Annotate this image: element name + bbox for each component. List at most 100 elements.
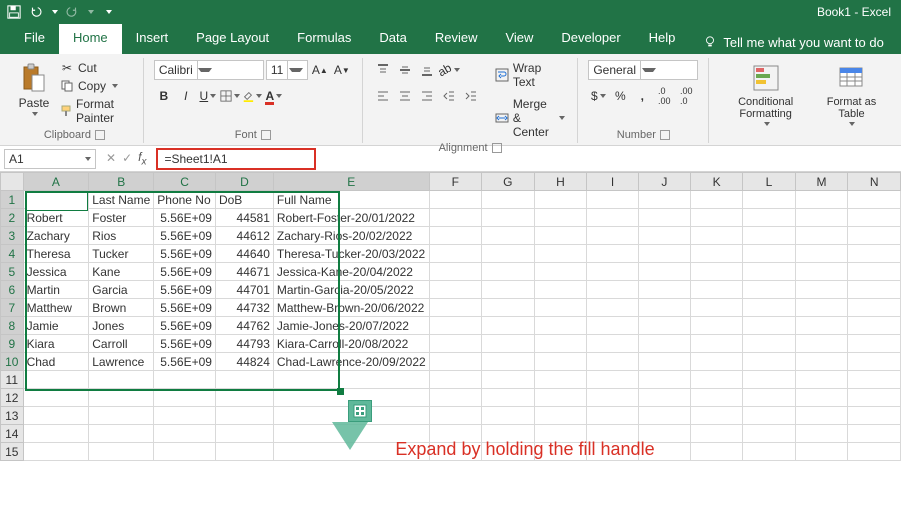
align-right-button[interactable] <box>417 86 437 106</box>
name-box[interactable]: A1 <box>4 149 96 169</box>
row-header-5[interactable]: 5 <box>1 263 24 281</box>
number-format-combo[interactable]: General <box>588 60 698 80</box>
col-header-B[interactable]: B <box>89 173 154 191</box>
decrease-decimal-button[interactable]: .00.0 <box>676 86 696 106</box>
row-header-15[interactable]: 15 <box>1 443 24 461</box>
undo-dropdown-icon[interactable] <box>52 10 58 14</box>
tab-data[interactable]: Data <box>365 24 420 54</box>
align-bottom-button[interactable] <box>417 60 437 80</box>
col-header-F[interactable]: F <box>429 173 481 191</box>
fill-color-button[interactable] <box>242 86 262 106</box>
col-header-L[interactable]: L <box>743 173 795 191</box>
enter-icon[interactable]: ✓ <box>122 151 132 165</box>
autofill-options-button[interactable] <box>348 400 372 422</box>
cut-button[interactable]: ✂ Cut <box>58 60 133 76</box>
italic-button[interactable]: I <box>176 86 196 106</box>
col-header-J[interactable]: J <box>638 173 690 191</box>
qat-customize-icon[interactable] <box>106 10 112 14</box>
formula-input[interactable]: =Sheet1!A1 <box>156 148 316 170</box>
font-color-button[interactable]: A <box>264 86 284 106</box>
dialog-launcher-icon[interactable] <box>492 143 502 153</box>
cell[interactable]: First Name <box>23 191 89 209</box>
col-header-K[interactable]: K <box>690 173 742 191</box>
col-header-H[interactable]: H <box>534 173 587 191</box>
cell[interactable]: Phone No <box>154 191 216 209</box>
dialog-launcher-icon[interactable] <box>261 130 271 140</box>
col-header-G[interactable]: G <box>481 173 534 191</box>
row-header-11[interactable]: 11 <box>1 371 24 389</box>
decrease-indent-button[interactable] <box>439 86 459 106</box>
table-row: 8JamieJones5.56E+0944762Jamie-Jones-20/0… <box>1 317 901 335</box>
percent-button[interactable]: % <box>610 86 630 106</box>
currency-button[interactable]: $ <box>588 86 608 106</box>
tab-formulas[interactable]: Formulas <box>283 24 365 54</box>
orientation-button[interactable]: ab <box>439 60 459 80</box>
col-header-E[interactable]: E <box>273 173 429 191</box>
paste-button[interactable]: Paste <box>16 60 52 118</box>
col-header-C[interactable]: C <box>154 173 216 191</box>
format-as-table-button[interactable]: Format as Table <box>818 60 885 128</box>
tab-file[interactable]: File <box>10 24 59 54</box>
row-header-3[interactable]: 3 <box>1 227 24 245</box>
row-header-6[interactable]: 6 <box>1 281 24 299</box>
format-painter-button[interactable]: Format Painter <box>58 96 133 126</box>
table-row: 9KiaraCarroll5.56E+0944793Kiara-Carroll-… <box>1 335 901 353</box>
copy-button[interactable]: Copy <box>58 78 133 94</box>
tab-page-layout[interactable]: Page Layout <box>182 24 283 54</box>
font-name-combo[interactable]: Calibri <box>154 60 264 80</box>
undo-icon[interactable] <box>28 4 44 20</box>
tell-me-label: Tell me what you want to do <box>723 35 883 50</box>
chevron-down-icon <box>849 122 855 126</box>
increase-indent-button[interactable] <box>461 86 481 106</box>
conditional-formatting-button[interactable]: Conditional Formatting <box>719 60 812 128</box>
row-header-7[interactable]: 7 <box>1 299 24 317</box>
comma-button[interactable]: , <box>632 86 652 106</box>
row-header-12[interactable]: 12 <box>1 389 24 407</box>
dialog-launcher-icon[interactable] <box>660 130 670 140</box>
row-header-2[interactable]: 2 <box>1 209 24 227</box>
cell[interactable]: DoB <box>215 191 273 209</box>
select-all-corner[interactable] <box>1 173 24 191</box>
row-header-1[interactable]: 1 <box>1 191 24 209</box>
row-header-13[interactable]: 13 <box>1 407 24 425</box>
cell[interactable]: Full Name <box>273 191 429 209</box>
fx-icon[interactable]: fx <box>138 150 146 167</box>
increase-font-button[interactable]: A▲ <box>310 60 330 80</box>
save-icon[interactable] <box>6 4 22 20</box>
font-size-combo[interactable]: 11 <box>266 60 308 80</box>
redo-dropdown-icon[interactable] <box>88 10 94 14</box>
bold-button[interactable]: B <box>154 86 174 106</box>
merge-center-button[interactable]: Merge & Center <box>493 96 568 140</box>
tab-developer[interactable]: Developer <box>547 24 634 54</box>
underline-button[interactable]: U <box>198 86 218 106</box>
spreadsheet-grid[interactable]: A B C D E F G H I J K L M N 1 First Name… <box>0 172 901 461</box>
increase-decimal-button[interactable]: .0.00 <box>654 86 674 106</box>
dialog-launcher-icon[interactable] <box>95 130 105 140</box>
align-top-button[interactable] <box>373 60 393 80</box>
tell-me-search[interactable]: Tell me what you want to do <box>689 24 897 54</box>
cancel-icon[interactable]: ✕ <box>106 151 116 165</box>
tab-review[interactable]: Review <box>421 24 492 54</box>
row-header-10[interactable]: 10 <box>1 353 24 371</box>
col-header-M[interactable]: M <box>795 173 848 191</box>
col-header-I[interactable]: I <box>587 173 639 191</box>
align-center-button[interactable] <box>395 86 415 106</box>
row-header-8[interactable]: 8 <box>1 317 24 335</box>
align-left-button[interactable] <box>373 86 393 106</box>
borders-button[interactable] <box>220 86 240 106</box>
cell[interactable]: Last Name <box>89 191 154 209</box>
col-header-A[interactable]: A <box>23 173 89 191</box>
row-header-9[interactable]: 9 <box>1 335 24 353</box>
col-header-N[interactable]: N <box>848 173 901 191</box>
decrease-font-button[interactable]: A▼ <box>332 60 352 80</box>
tab-view[interactable]: View <box>491 24 547 54</box>
align-middle-button[interactable] <box>395 60 415 80</box>
col-header-D[interactable]: D <box>215 173 273 191</box>
row-header-4[interactable]: 4 <box>1 245 24 263</box>
row-header-14[interactable]: 14 <box>1 425 24 443</box>
wrap-text-button[interactable]: Wrap Text <box>493 60 568 90</box>
tab-help[interactable]: Help <box>635 24 690 54</box>
tab-insert[interactable]: Insert <box>122 24 183 54</box>
tab-home[interactable]: Home <box>59 24 122 54</box>
redo-icon[interactable] <box>64 4 80 20</box>
